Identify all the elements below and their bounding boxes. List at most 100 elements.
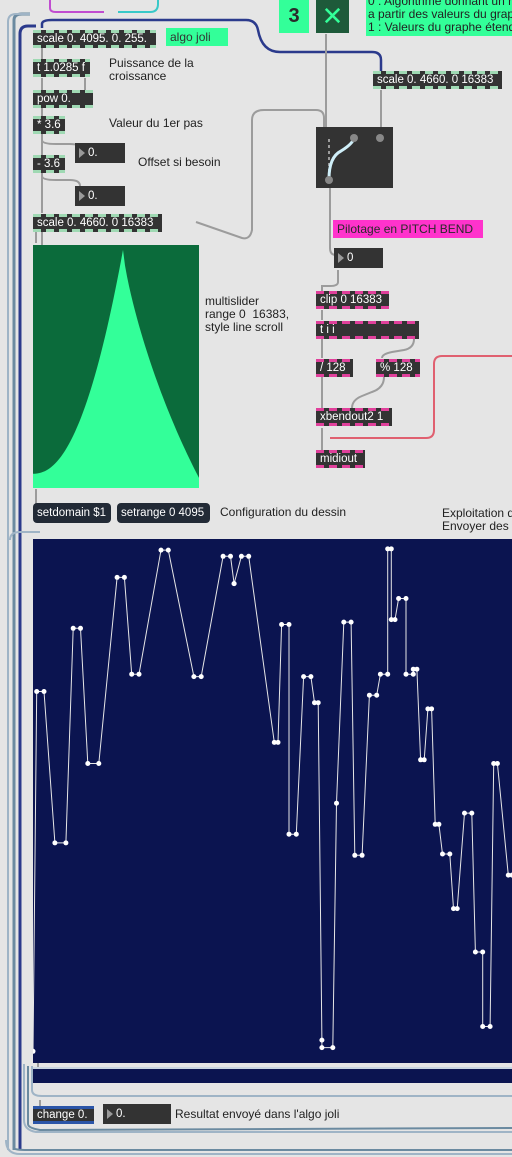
function-point[interactable]	[198, 674, 204, 680]
function-point[interactable]	[275, 739, 281, 745]
close-icon[interactable]: ✕	[316, 0, 349, 33]
function-point[interactable]	[121, 574, 127, 580]
function-point[interactable]	[388, 546, 394, 552]
function-point[interactable]	[472, 949, 478, 955]
resultat-comment: Resultat envoyé dans l'algo joli	[175, 1107, 340, 1121]
t-float-object[interactable]: t 1.0285 f	[33, 59, 90, 77]
function-point[interactable]	[334, 800, 339, 806]
function-point[interactable]	[238, 553, 244, 559]
valeur-1er-pas-comment: Valeur du 1er pas	[109, 116, 203, 130]
function-point[interactable]	[286, 831, 292, 837]
function-point[interactable]	[480, 949, 486, 955]
function-point[interactable]	[293, 831, 299, 837]
function-point[interactable]	[348, 619, 354, 625]
number-arrow-icon	[79, 148, 85, 158]
function-point[interactable]	[319, 1037, 325, 1043]
multiply-object[interactable]: * 3.6	[33, 116, 65, 134]
xbendout-object[interactable]: xbendout2 1	[316, 408, 392, 426]
offset-number-b[interactable]: 0.	[75, 186, 125, 206]
function-point[interactable]	[377, 671, 383, 677]
function-point[interactable]	[440, 851, 445, 857]
function-point[interactable]	[403, 596, 409, 601]
function-point[interactable]	[392, 617, 398, 623]
pitch-value-number-value: 0	[347, 252, 354, 264]
function-point[interactable]	[429, 706, 435, 712]
function-point[interactable]	[165, 547, 171, 553]
function-point[interactable]	[315, 700, 321, 706]
trigger-object[interactable]: t i i	[316, 321, 419, 339]
offset-number-a-value: 0.	[88, 147, 98, 159]
result-number[interactable]: 0.	[103, 1104, 171, 1124]
function-point[interactable]	[85, 761, 91, 766]
number-arrow-icon	[338, 253, 344, 263]
function-point[interactable]	[308, 674, 314, 680]
function-point[interactable]	[34, 689, 40, 694]
function-point[interactable]	[396, 596, 402, 601]
function-point[interactable]	[286, 622, 292, 627]
function-point[interactable]	[480, 1024, 486, 1029]
function-point[interactable]	[414, 666, 420, 672]
gate-object[interactable]	[316, 127, 393, 188]
function-point[interactable]	[136, 671, 142, 677]
function-point[interactable]	[421, 757, 427, 763]
function-point[interactable]	[494, 761, 500, 766]
function-point[interactable]	[352, 852, 358, 858]
setrange-message[interactable]: setrange 0 4095	[117, 503, 210, 523]
number-arrow-icon	[79, 191, 85, 201]
scale-mid-object[interactable]: scale 0. 4660. 0 16383	[33, 214, 162, 232]
multislider[interactable]	[33, 245, 199, 488]
minus-object[interactable]: - 3.6	[33, 155, 65, 173]
horizontal-slider[interactable]	[33, 1067, 512, 1083]
function-editor[interactable]	[33, 539, 512, 1063]
change-object[interactable]: change 0.	[33, 1106, 94, 1124]
function-point[interactable]	[246, 553, 252, 559]
gate-routing-icon	[325, 134, 384, 184]
function-point[interactable]	[341, 619, 347, 625]
scale-right-object[interactable]: scale 0. 4660. 0 16383	[373, 71, 502, 89]
function-point[interactable]	[231, 581, 237, 587]
function-point[interactable]	[410, 671, 416, 677]
pitch-value-number[interactable]: 0	[334, 248, 383, 268]
function-point[interactable]	[487, 1024, 493, 1029]
function-point[interactable]	[385, 671, 391, 677]
number-arrow-icon	[107, 1109, 113, 1119]
function-point[interactable]	[129, 671, 135, 677]
function-point[interactable]	[447, 851, 453, 857]
function-point[interactable]	[469, 810, 475, 816]
function-point[interactable]	[330, 1045, 336, 1051]
function-point[interactable]	[301, 674, 307, 680]
function-point[interactable]	[220, 553, 226, 559]
function-point[interactable]	[41, 689, 47, 694]
offset-comment: Offset si besoin	[138, 155, 221, 169]
divide-object[interactable]: / 128	[316, 359, 353, 377]
function-point[interactable]	[436, 821, 442, 827]
function-point[interactable]	[403, 671, 409, 677]
function-point[interactable]	[114, 574, 120, 580]
function-point[interactable]	[228, 553, 233, 559]
offset-number-b-value: 0.	[88, 190, 98, 202]
clip-object[interactable]: clip 0 16383	[316, 291, 389, 309]
function-point[interactable]	[374, 692, 380, 698]
mode-description-comment: 0 : Algorithme donnant un n a partir des…	[366, 0, 512, 36]
function-point[interactable]	[191, 674, 197, 680]
function-point[interactable]	[454, 906, 460, 912]
algo-joli-label: algo joli	[166, 28, 228, 46]
function-point[interactable]	[359, 852, 365, 858]
function-point[interactable]	[319, 1045, 325, 1051]
function-point[interactable]	[366, 692, 372, 698]
function-point[interactable]	[78, 625, 83, 631]
function-point[interactable]	[70, 625, 76, 631]
scale-top-object[interactable]: scale 0. 4095. 0. 255.	[33, 30, 156, 48]
pow-object[interactable]: pow 0.	[33, 90, 93, 108]
function-point[interactable]	[279, 622, 285, 627]
setdomain-message[interactable]: setdomain $1	[33, 503, 111, 523]
mode-number-box[interactable]: 3	[279, 0, 309, 33]
function-point[interactable]	[462, 810, 467, 816]
function-point[interactable]	[52, 840, 58, 846]
modulo-object[interactable]: % 128	[376, 359, 420, 377]
function-point[interactable]	[96, 761, 102, 766]
offset-number-a[interactable]: 0.	[75, 143, 125, 163]
midiout-object[interactable]: midiout	[316, 450, 365, 468]
function-point[interactable]	[158, 547, 164, 553]
function-point[interactable]	[63, 840, 69, 846]
